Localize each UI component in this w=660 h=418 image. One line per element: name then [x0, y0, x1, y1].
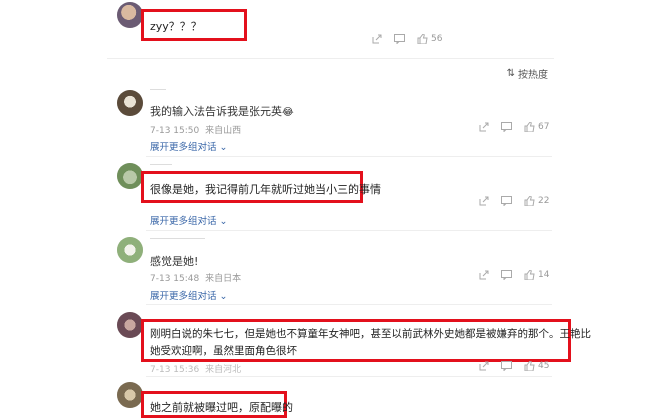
laughing-emoji-icon: 😂 [282, 107, 294, 118]
username-placeholder [150, 164, 172, 165]
comment-text: 感觉是她! [150, 255, 199, 268]
expand-replies-link[interactable]: 展开更多组对话 ⌄ [150, 213, 228, 227]
chevron-down-icon: ⌄ [219, 216, 228, 227]
like-button[interactable]: 67 [524, 122, 549, 132]
comment-highlight: 很像是她，我记得前几年就听过她当小三的事情 [141, 171, 381, 203]
divider [146, 156, 552, 157]
like-count: 45 [538, 361, 550, 371]
comment-text: 我的输入法告诉我是张元英😂 [150, 105, 294, 118]
avatar[interactable] [117, 237, 143, 263]
username-placeholder [150, 89, 166, 90]
like-button[interactable]: 45 [524, 361, 549, 371]
divider [146, 304, 552, 305]
comment-text-line2: 她受欢迎啊，虽然里面角色很坏 [150, 345, 297, 357]
comment-icon[interactable] [394, 34, 405, 44]
like-count: 14 [538, 270, 550, 280]
avatar[interactable] [117, 2, 143, 28]
username-placeholder [150, 238, 205, 239]
comment-actions: 14 [467, 270, 549, 280]
expand-replies-link[interactable]: 展开更多组对话 ⌄ [150, 139, 228, 153]
sort-icon: ⇅ [506, 68, 515, 79]
comment-actions: 56 [360, 34, 442, 44]
comment-text: 很像是她，我记得前几年就听过她当小三的事情 [150, 183, 381, 196]
comment-icon[interactable] [501, 270, 512, 280]
like-count: 56 [431, 34, 443, 44]
comment-location: 来自日本 [205, 274, 242, 284]
share-icon[interactable] [479, 122, 489, 132]
chevron-down-icon: ⌄ [219, 291, 228, 302]
comment-highlight: 刚明白说的朱七七，但是她也不算童年女神吧，甚至以前武林外史她都是被嫌弃的那个。王… [141, 319, 591, 362]
divider [107, 58, 554, 59]
expand-replies-link[interactable]: 展开更多组对话 ⌄ [150, 288, 228, 302]
divider [146, 230, 552, 231]
comment-icon[interactable] [501, 196, 512, 206]
comment-location: 来自河北 [205, 365, 242, 375]
avatar[interactable] [117, 90, 143, 116]
sort-toggle[interactable]: ⇅ 按热度 [507, 66, 548, 81]
comment-time: 7-13 15:50 [150, 126, 200, 136]
share-icon[interactable] [372, 34, 382, 44]
comment-highlight: 她之前就被曝过吧，原配曝的 [141, 391, 293, 418]
comment-text-line1: 刚明白说的朱七七，但是她也不算童年女神吧，甚至以前武林外史她都是被嫌弃的那个。王… [150, 328, 591, 340]
avatar[interactable] [117, 163, 143, 189]
comment-meta: 7-13 15:36 来自河北 [150, 362, 241, 375]
comment-highlight: zyy？？？ [141, 9, 247, 41]
comment-icon[interactable] [501, 361, 512, 371]
share-icon[interactable] [479, 196, 489, 206]
divider [146, 376, 552, 377]
like-button[interactable]: 56 [417, 34, 442, 44]
comment-time: 7-13 15:48 [150, 274, 200, 284]
chevron-down-icon: ⌄ [219, 142, 228, 153]
like-button[interactable]: 14 [524, 270, 549, 280]
comment-actions: 67 [467, 122, 549, 132]
comment-icon[interactable] [501, 122, 512, 132]
comment-actions: 22 [467, 196, 549, 206]
like-count: 22 [538, 196, 550, 206]
avatar[interactable] [117, 312, 143, 338]
comment-time: 7-13 15:36 [150, 365, 200, 375]
like-count: 67 [538, 122, 550, 132]
comment-text: 她之前就被曝过吧，原配曝的 [150, 401, 293, 414]
share-icon[interactable] [479, 361, 489, 371]
avatar[interactable] [117, 382, 143, 408]
left-margin [0, 0, 107, 418]
comment-meta: 7-13 15:50 来自山西 [150, 123, 241, 136]
share-icon[interactable] [479, 270, 489, 280]
sort-label: 按热度 [518, 70, 548, 81]
comment-meta: 7-13 15:48 来自日本 [150, 271, 241, 284]
comment-location: 来自山西 [205, 126, 242, 136]
like-button[interactable]: 22 [524, 196, 549, 206]
comment-text: zyy？？？ [150, 20, 202, 33]
comment-actions: 45 [467, 361, 549, 371]
